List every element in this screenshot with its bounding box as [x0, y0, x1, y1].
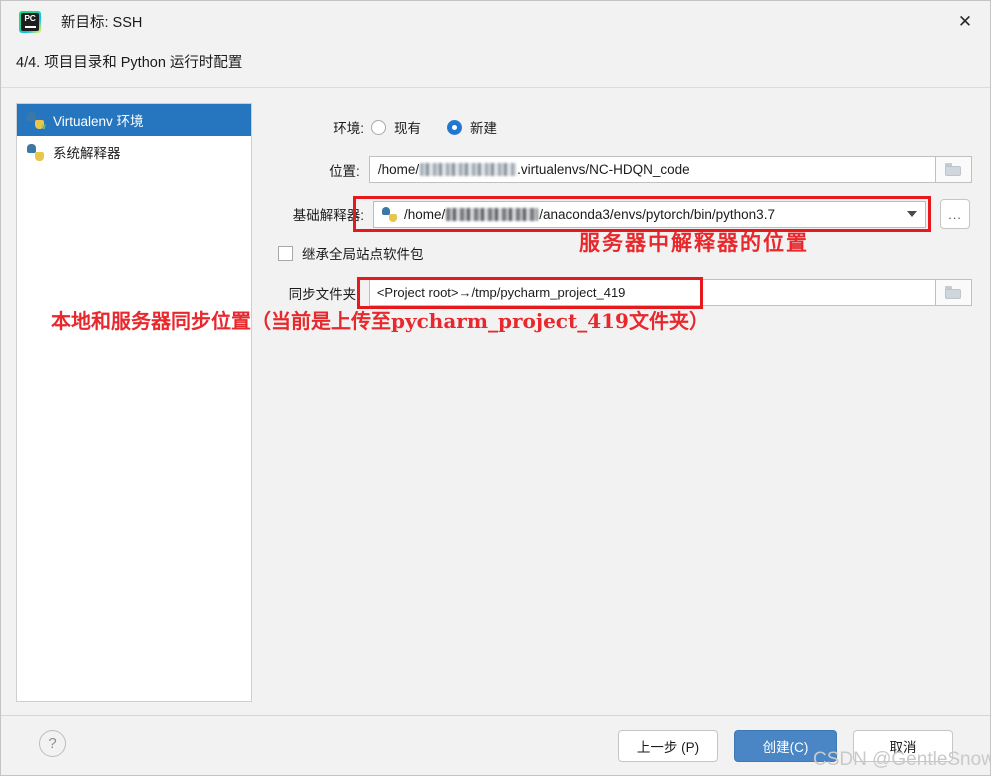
create-button-label: 创建(C): [762, 740, 809, 755]
sidebar-item-virtualenv[interactable]: v Virtualenv 环境: [17, 104, 251, 136]
location-value-prefix: /home/: [377, 162, 420, 177]
location-browse-button[interactable]: [935, 156, 972, 183]
dialog-window: 新目标: SSH ✕ 4/4. 项目目录和 Python 运行时配置 v Vir…: [0, 0, 991, 776]
chevron-down-icon[interactable]: [907, 211, 917, 217]
sidebar-item-system-interpreter[interactable]: 系统解释器: [17, 136, 251, 168]
sync-folders-input[interactable]: <Project root>→/tmp/pycharm_project_419: [368, 279, 936, 306]
pycharm-icon: [19, 10, 41, 33]
sync-folders-label: 同步文件夹:: [288, 286, 360, 302]
base-interpreter-row: 基础解释器: /home/ /anaconda3/envs/pytorch/bin…: [269, 199, 972, 229]
footer-divider: [1, 715, 990, 716]
header-divider: [1, 87, 990, 88]
annotation-sync-location: 本地和服务器同步位置（当前是上传至pycharm_project_419文件夹）: [51, 309, 709, 333]
base-interpreter-more-button[interactable]: ...: [940, 199, 970, 229]
redacted-username: [420, 163, 517, 176]
radio-existing-label: 现有: [394, 121, 421, 136]
step-header: 4/4. 项目目录和 Python 运行时配置: [16, 55, 243, 71]
radio-new-label: 新建: [470, 121, 497, 136]
location-value-suffix: .virtualenvs/NC-HDQN_code: [517, 162, 690, 177]
watermark: CSDN @GentleSnow_: [813, 749, 991, 770]
radio-existing[interactable]: [371, 119, 386, 135]
location-row: 位置: /home/ .virtualenvs/NC-HDQN_code: [269, 156, 972, 183]
environment-row: 环境: 现有 新建: [269, 117, 972, 137]
sidebar-item-label: Virtualenv 环境: [53, 114, 144, 129]
inherit-global-row[interactable]: 继承全局站点软件包: [269, 243, 424, 263]
title-bar: 新目标: SSH: [1, 1, 990, 42]
sync-folders-value: <Project root>→/tmp/pycharm_project_419: [376, 285, 626, 300]
inherit-global-checkbox[interactable]: [278, 245, 293, 261]
base-interpreter-combobox[interactable]: /home/ /anaconda3/envs/pytorch/bin/python…: [373, 200, 926, 228]
redacted-username: [446, 207, 539, 221]
back-button-label: 上一步 (P): [636, 740, 700, 755]
location-label: 位置:: [329, 163, 360, 179]
back-button[interactable]: 上一步 (P): [618, 730, 718, 762]
inherit-global-label: 继承全局站点软件包: [302, 247, 424, 262]
help-button[interactable]: ?: [39, 730, 66, 757]
folder-icon: [945, 286, 962, 299]
annotation-interpreter-location: 服务器中解释器的位置: [579, 230, 809, 255]
folder-icon: [945, 163, 962, 176]
python-icon: [27, 143, 44, 161]
radio-new[interactable]: [447, 119, 462, 135]
sidebar-item-label: 系统解释器: [53, 146, 121, 161]
sync-folders-row: 同步文件夹: <Project root>→/tmp/pycharm_proje…: [269, 279, 972, 306]
close-icon[interactable]: ✕: [940, 1, 990, 42]
python-icon: [382, 206, 397, 222]
location-input[interactable]: /home/ .virtualenvs/NC-HDQN_code: [368, 156, 936, 183]
environment-type-list[interactable]: v Virtualenv 环境 系统解释器: [16, 103, 252, 702]
base-interpreter-label: 基础解释器:: [292, 208, 364, 223]
window-title: 新目标: SSH: [61, 15, 143, 31]
base-interpreter-value-prefix: /home/: [404, 206, 446, 222]
sync-folders-browse-button[interactable]: [935, 279, 972, 306]
environment-label: 环境:: [333, 121, 364, 136]
python-venv-icon: v: [27, 111, 46, 131]
base-interpreter-value-suffix: /anaconda3/envs/pytorch/bin/python3.7: [539, 206, 775, 222]
